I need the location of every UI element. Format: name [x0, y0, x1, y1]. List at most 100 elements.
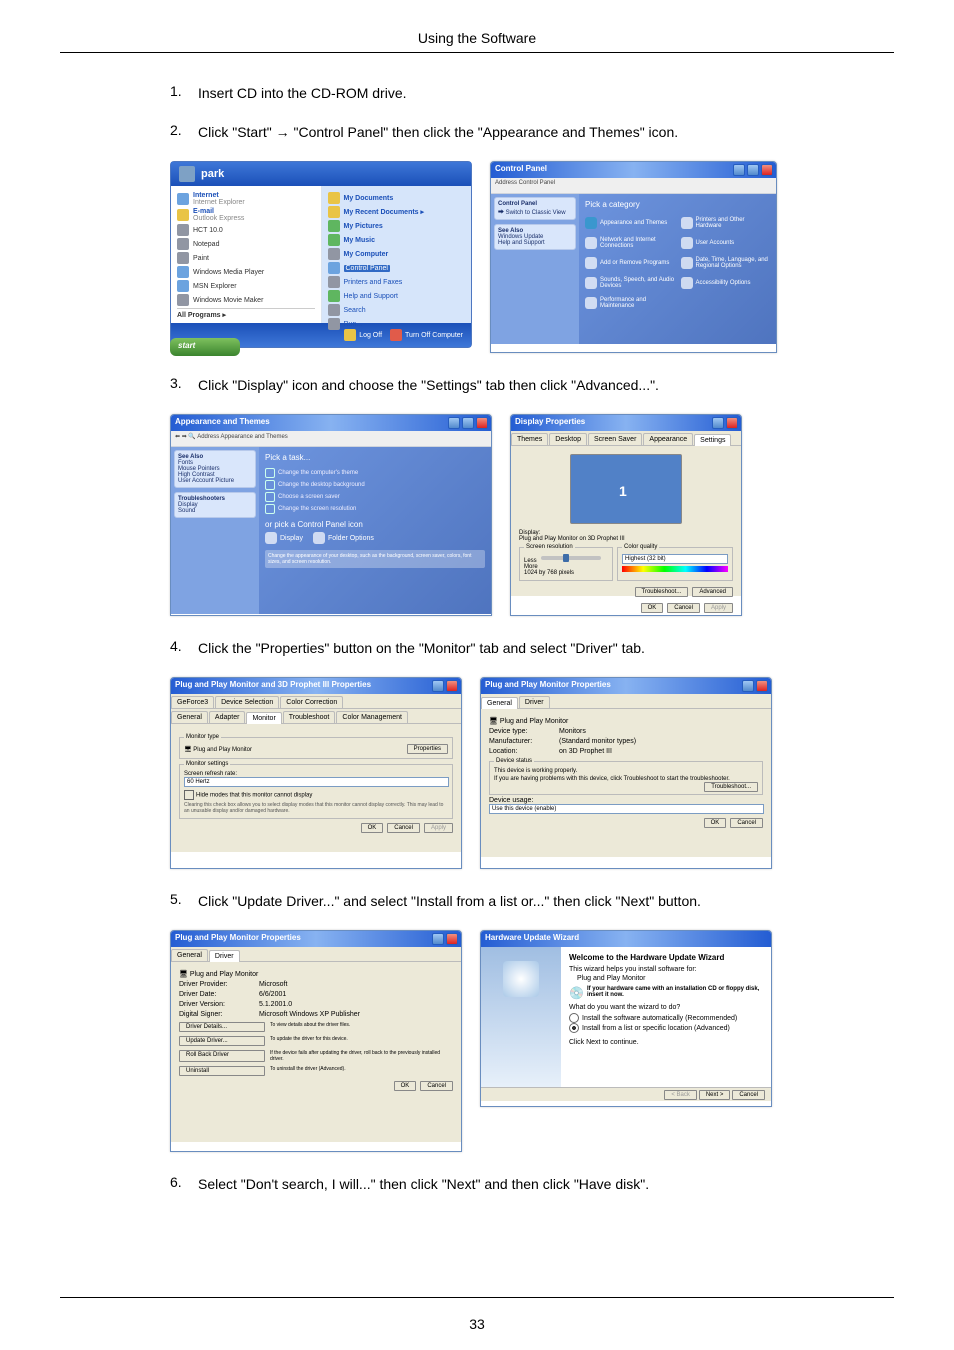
driver-details-button[interactable]: Driver Details... [179, 1022, 265, 1032]
cancel-button[interactable]: Cancel [667, 603, 700, 613]
tab-geforce[interactable]: GeForce3 [171, 696, 214, 708]
tab-general[interactable]: General [171, 711, 208, 723]
cp-performance[interactable]: Performance and Maintenance [585, 297, 675, 309]
max-icon[interactable] [462, 417, 474, 429]
appearance-icon [585, 217, 597, 229]
help-icon[interactable] [712, 417, 724, 429]
wizard-opt-auto[interactable] [569, 1013, 579, 1023]
tab-general[interactable]: General [481, 697, 518, 709]
tab-troubleshoot[interactable]: Troubleshoot [283, 711, 336, 723]
figure-display-properties: Appearance and Themes ⬅ ➡ 🔍 Address Appe… [170, 414, 894, 614]
close-icon[interactable] [761, 164, 773, 176]
tab-colorcorr[interactable]: Color Correction [280, 696, 343, 708]
step-4: 4. Click the "Properties" button on the … [170, 638, 894, 659]
recent-docs-icon [328, 206, 340, 218]
paint-icon [177, 252, 189, 264]
folder-opts-item[interactable]: Folder Options [313, 532, 374, 544]
monitor-properties-button[interactable]: Properties [407, 744, 448, 754]
resolution-slider[interactable] [541, 556, 601, 560]
troubleshoot-button[interactable]: Troubleshoot... [635, 587, 689, 597]
troubleshoot-button[interactable]: Troubleshoot... [704, 782, 758, 792]
cancel-button[interactable]: Cancel [387, 823, 420, 833]
cancel-button[interactable]: Cancel [420, 1081, 453, 1091]
tab-colormgmt[interactable]: Color Management [336, 711, 408, 723]
tab-desktop[interactable]: Desktop [549, 433, 587, 445]
update-driver-button[interactable]: Update Driver... [179, 1036, 265, 1046]
next-button[interactable]: Next > [699, 1090, 731, 1100]
page-number: 33 [0, 1316, 954, 1332]
color-quality-select[interactable]: Highest (32 bit) [622, 554, 728, 564]
apply-button: Apply [704, 603, 733, 613]
cp-appearance-themes[interactable]: Appearance and Themes [585, 217, 675, 229]
max-icon[interactable] [747, 164, 759, 176]
uninstall-button[interactable]: Uninstall [179, 1066, 265, 1076]
music-icon [328, 234, 340, 246]
rollback-driver-button[interactable]: Roll Back Driver [179, 1050, 265, 1062]
appearance-themes-window: Appearance and Themes ⬅ ➡ 🔍 Address Appe… [170, 414, 492, 616]
tab-devsel[interactable]: Device Selection [215, 696, 279, 708]
logoff-button[interactable]: Log Off [344, 329, 382, 341]
close-icon[interactable] [476, 417, 488, 429]
monitor-prophet-props-window: Plug and Play Monitor and 3D Prophet III… [170, 677, 462, 869]
help-icon[interactable] [432, 933, 444, 945]
step-5-num: 5. [170, 891, 198, 912]
ok-button[interactable]: OK [394, 1081, 417, 1091]
all-programs[interactable]: All Programs ▸ [177, 308, 315, 319]
cp-network[interactable]: Network and Internet Connections [585, 237, 675, 249]
wizard-opt-list[interactable] [569, 1023, 579, 1033]
cancel-button[interactable]: Cancel [730, 818, 763, 828]
refresh-rate-select[interactable]: 60 Hertz [184, 777, 449, 787]
ok-button[interactable]: OK [704, 818, 727, 828]
display-icon-item[interactable]: Display [265, 532, 303, 544]
tab-screensaver[interactable]: Screen Saver [588, 433, 642, 445]
device-usage-select[interactable]: Use this device (enable) [489, 804, 764, 814]
close-icon[interactable] [756, 680, 768, 692]
close-icon[interactable] [726, 417, 738, 429]
printers-hw-icon [681, 217, 693, 229]
tab-monitor[interactable]: Monitor [246, 712, 281, 724]
tab-general[interactable]: General [171, 949, 208, 961]
ok-button[interactable]: OK [361, 823, 384, 833]
tab-driver[interactable]: Driver [209, 950, 240, 962]
back-button: < Back [664, 1090, 697, 1100]
advanced-button[interactable]: Advanced [692, 587, 733, 597]
tab-appearance[interactable]: Appearance [643, 433, 693, 445]
cancel-button[interactable]: Cancel [732, 1090, 765, 1100]
users-icon [681, 237, 693, 249]
min-icon[interactable] [448, 417, 460, 429]
tab-adapter[interactable]: Adapter [209, 711, 246, 723]
start-menu-username: park [201, 168, 224, 180]
movie-maker-icon [177, 294, 189, 306]
close-icon[interactable] [446, 680, 458, 692]
cp-accessibility[interactable]: Accessibility Options [681, 277, 771, 289]
cp-users[interactable]: User Accounts [681, 237, 771, 249]
tab-driver[interactable]: Driver [519, 696, 550, 708]
help-icon[interactable] [432, 680, 444, 692]
folder-icon [313, 532, 325, 544]
performance-icon [585, 297, 597, 309]
help-icon[interactable] [742, 680, 754, 692]
cp-printers[interactable]: Printers and Other Hardware [681, 217, 771, 229]
cp-date-time[interactable]: Date, Time, Language, and Regional Optio… [681, 257, 771, 269]
tab-settings[interactable]: Settings [694, 434, 731, 446]
figure-monitor-properties: Plug and Play Monitor and 3D Prophet III… [170, 677, 894, 867]
cp-pick-category: Pick a category [585, 200, 770, 209]
ok-button[interactable]: OK [641, 603, 664, 613]
cp-add-remove[interactable]: Add or Remove Programs [585, 257, 675, 269]
search-icon [328, 304, 340, 316]
close-icon[interactable] [446, 933, 458, 945]
notepad-icon [177, 238, 189, 250]
min-icon[interactable] [733, 164, 745, 176]
network-icon [585, 237, 597, 249]
apply-button: Apply [424, 823, 453, 833]
hide-modes-checkbox[interactable] [184, 790, 194, 800]
tab-themes[interactable]: Themes [511, 433, 548, 445]
help-icon [328, 290, 340, 302]
monitor-preview [570, 454, 682, 524]
start-control-panel-item[interactable]: Control Panel [328, 262, 466, 274]
shutdown-button[interactable]: Turn Off Computer [390, 329, 463, 341]
taskbar-start-button[interactable]: start [170, 338, 240, 356]
cp-sounds[interactable]: Sounds, Speech, and Audio Devices [585, 277, 675, 289]
msn-icon [177, 280, 189, 292]
step-2-text: Click "Start" → "Control Panel" then cli… [198, 122, 894, 143]
